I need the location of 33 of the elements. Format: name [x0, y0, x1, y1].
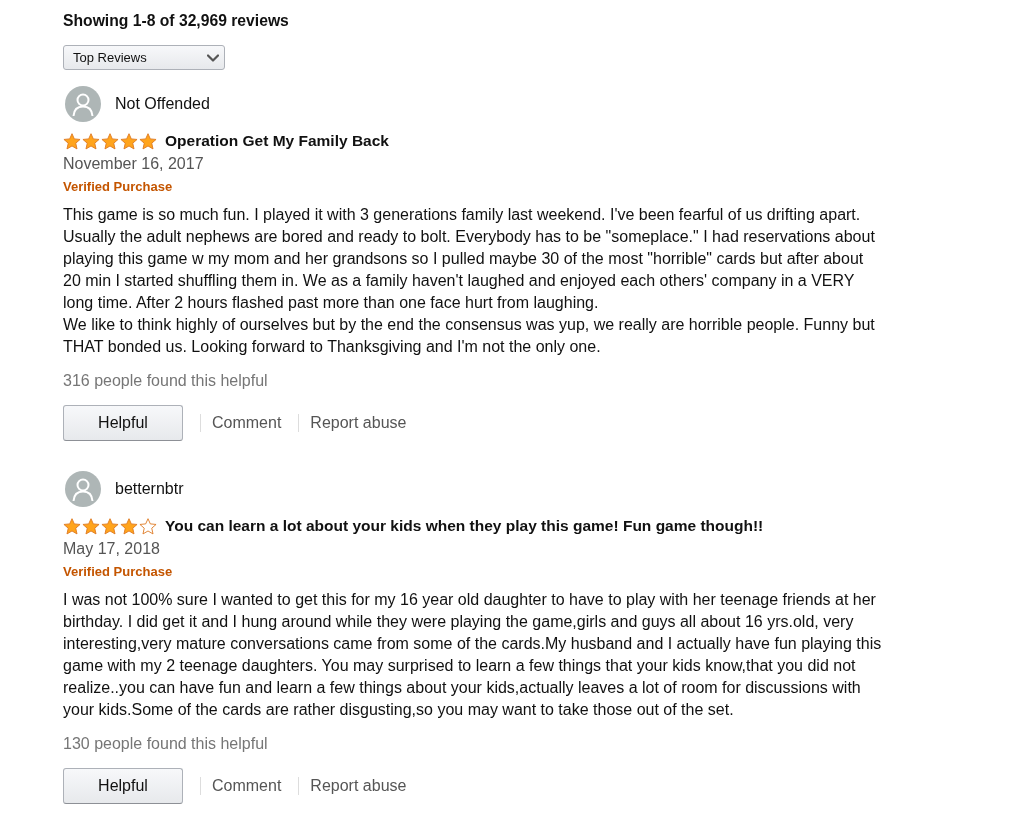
review-action-link[interactable]: Report abuse	[310, 777, 407, 795]
verified-purchase-label: Verified Purchase	[63, 178, 174, 196]
reviewer-name: Not Offended	[115, 95, 210, 113]
review-text: I was not 100% sure I wanted to get this for my 16 year old daughter to have to play with her teenage friends at her birthday. I did get it and I hung around while they were playing the game,girls and guys all about 16 yrs.old, very interesting,very mature conversations came from some of the cards.My husband and I actually have fun playing this game with my 2 teenage daughters. You may surprised to learn a few things that your kids know,that you did not realize..you can have fun and learn a few things about your kids,actually leaves a lot of room for discussions with your kids.Some of the cards are rather disgusting,so you may want to take those out of the set.	[63, 590, 883, 720]
review-date: November 16, 2017	[63, 154, 205, 174]
review-title-link[interactable]: Operation Get My Family Back	[165, 131, 389, 151]
review-action-link[interactable]: Comment	[212, 414, 282, 432]
star-icon	[101, 132, 119, 150]
helpful-button[interactable]: Helpful	[63, 768, 183, 804]
review-text: This game is so much fun. I played it with 3 generations family last weekend. I've been fearful of us drifting apart. Usually the adult nephews are bored and ready to bolt. Everybody has to be "someplace." I had reservations about playing this game w my mom and her grandsons so I pulled maybe 30 of the most "horrible" cards but after about 20 min I started shuffling them in. We as a family haven't laughed and enjoyed each others' company in a VERY long time. After 2 hours flashed past more than one face hurt from laughing. We like to think highly of ourselves but by the end the consensus was yup, we really are horrible people. Funny but THAT bonded us. Looking forward to Thanksgiving and I'm not the only one.	[63, 205, 876, 357]
helpful-count-text: 130 people found this helpful	[63, 734, 269, 754]
star-icon	[82, 132, 100, 150]
star-icon	[139, 132, 157, 150]
verified-purchase-label: Verified Purchase	[63, 563, 174, 581]
star-outline-icon	[139, 517, 157, 535]
helpful-count-text: 316 people found this helpful	[63, 371, 269, 391]
sort-dropdown[interactable]: Top Reviews	[63, 45, 225, 70]
star-icon	[120, 517, 138, 535]
star-icon	[63, 132, 81, 150]
review-action-link[interactable]: Report abuse	[310, 414, 407, 432]
avatar-icon	[65, 471, 101, 507]
star-icon	[120, 132, 138, 150]
reviewer-name: betternbtr	[115, 480, 184, 498]
review-action-link[interactable]: Comment	[212, 777, 282, 795]
helpful-button[interactable]: Helpful	[63, 405, 183, 441]
star-icon	[82, 517, 100, 535]
star-icon	[101, 517, 119, 535]
avatar-icon	[65, 86, 101, 122]
star-icon	[63, 517, 81, 535]
reviews-count-heading: Showing 1-8 of 32,969 reviews	[63, 12, 290, 30]
review-title-link[interactable]: You can learn a lot about your kids when they play this game! Fun game though!!	[165, 516, 764, 536]
chevron-down-icon	[207, 53, 219, 62]
review-date: May 17, 2018	[63, 539, 161, 559]
